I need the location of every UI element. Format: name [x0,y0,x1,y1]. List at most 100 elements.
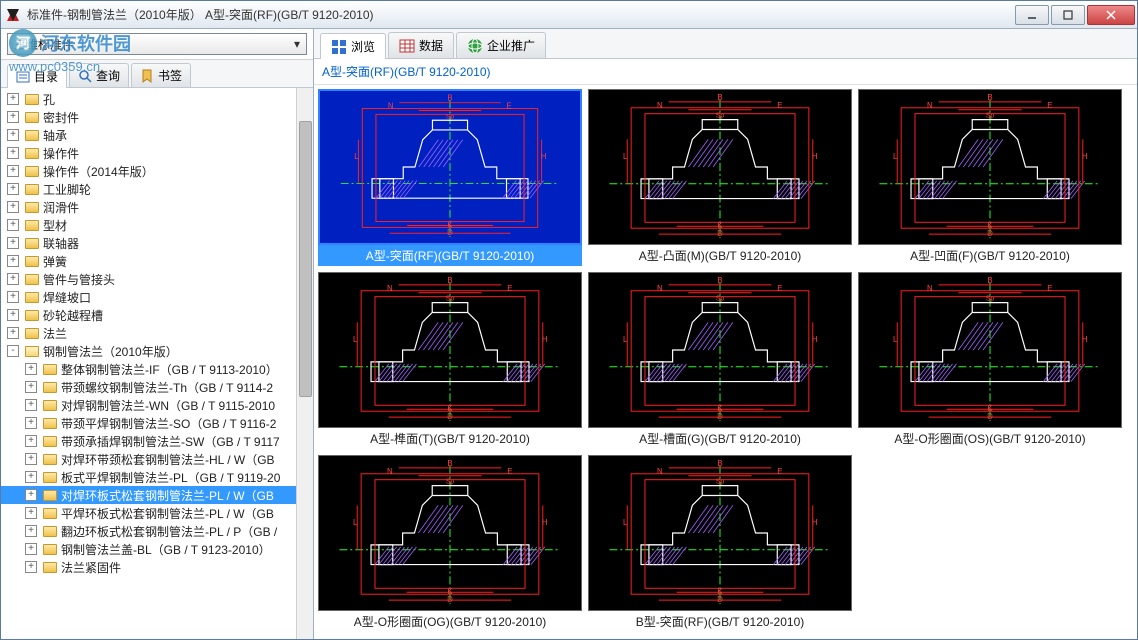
svg-text:E: E [777,467,782,476]
tree-toggle-icon[interactable]: + [25,435,37,447]
thumbnail-item[interactable]: B D L H Sp E N K A型-突面(RF)(GB/T 9120-201… [318,89,582,266]
main-tab-table[interactable]: 数据 [388,32,454,58]
main-tab-label: 数据 [419,37,443,54]
tree-row[interactable]: +密封件 [1,108,313,126]
tree-label: 工业脚轮 [43,181,91,198]
svg-text:Sp: Sp [446,296,455,303]
close-button[interactable] [1087,5,1135,25]
thumbnail-item[interactable]: B D L H Sp E N K A型-凸面(M)(GB/T 9120-2010… [588,89,852,266]
tree-toggle-icon[interactable]: + [7,273,19,285]
tree-toggle-icon[interactable]: + [7,219,19,231]
app-icon [5,7,21,23]
svg-text:Sp: Sp [716,113,725,120]
tree-toggle-icon[interactable]: + [7,93,19,105]
tree-toggle-icon[interactable]: + [25,381,37,393]
minimize-button[interactable] [1015,5,1049,25]
folder-icon [24,254,40,268]
tree-scrollbar[interactable] [296,88,313,639]
tree-row[interactable]: +操作件（2014年版） [1,162,313,180]
category-select[interactable]: 三维标准件 [7,33,307,55]
tree-toggle-icon[interactable]: + [25,525,37,537]
tree-row[interactable]: +对焊钢制管法兰-WN（GB / T 9115-2010 [1,396,313,414]
tree-toggle-icon[interactable]: + [25,471,37,483]
thumbnail-item[interactable]: B D L H Sp E N K A型-O形圈面(OS)(GB/T 9120-2… [858,272,1122,449]
thumbnail-item[interactable]: B D L H Sp E N K A型-槽面(G)(GB/T 9120-2010… [588,272,852,449]
tree-toggle-icon[interactable]: + [7,255,19,267]
tree-row[interactable]: +法兰紧固件 [1,558,313,576]
tree-toggle-icon[interactable]: + [25,561,37,573]
tree-toggle-icon[interactable]: + [7,237,19,249]
cad-drawing: B D L H Sp E N K [859,90,1121,244]
scrollbar-thumb[interactable] [299,121,312,397]
tree-toggle-icon[interactable]: + [25,543,37,555]
folder-icon [42,362,58,376]
tree-row[interactable]: +法兰 [1,324,313,342]
tree-row[interactable]: +孔 [1,90,313,108]
tree-row[interactable]: +润滑件 [1,198,313,216]
tree-row[interactable]: + 砂轮越程槽 [1,306,313,324]
tree-row[interactable]: +联轴器 [1,234,313,252]
main-tab-grid[interactable]: 浏览 [320,33,386,59]
tree-toggle-icon[interactable]: + [25,489,37,501]
svg-text:Sp: Sp [986,113,995,120]
sidebar-tab-search[interactable]: 查询 [69,63,129,87]
tree-row[interactable]: +带颈平焊钢制管法兰-SO（GB / T 9116-2 [1,414,313,432]
tree-toggle-icon[interactable]: + [25,399,37,411]
thumbnail-item[interactable]: B D L H Sp E N K A型-O形圈面(OG)(GB/T 9120-2… [318,455,582,632]
svg-text:H: H [542,518,548,527]
tree-row[interactable]: +带颈螺纹钢制管法兰-Th（GB / T 9114-2 [1,378,313,396]
tree-row[interactable]: +钢制管法兰盖-BL（GB / T 9123-2010） [1,540,313,558]
tree-row[interactable]: +对焊环板式松套钢制管法兰-PL / W（GB [1,486,313,504]
svg-text:N: N [657,284,663,293]
tree-row[interactable]: +操作件 [1,144,313,162]
tree-row[interactable]: +整体钢制管法兰-IF（GB / T 9113-2010） [1,360,313,378]
svg-text:L: L [893,335,898,344]
tree-toggle-icon[interactable]: + [7,201,19,213]
tree-row[interactable]: +型材 [1,216,313,234]
tree-toggle-icon[interactable]: + [7,291,19,303]
sidebar-tab-bookmark[interactable]: 书签 [131,63,191,87]
thumbnail-item[interactable]: B D L H Sp E N K A型-凹面(F)(GB/T 9120-2010… [858,89,1122,266]
folder-icon [42,506,58,520]
thumbnail-item[interactable]: B D L H Sp E N K B型-突面(RF)(GB/T 9120-201… [588,455,852,632]
tree-toggle-icon[interactable]: + [7,183,19,195]
tree-toggle-icon[interactable]: + [7,147,19,159]
svg-text:H: H [812,335,818,344]
tree-toggle-icon[interactable]: + [25,417,37,429]
tree-toggle-icon[interactable]: + [7,111,19,123]
tree[interactable]: +孔+密封件+轴承+操作件+操作件（2014年版）+工业脚轮+润滑件+型材+联轴… [1,88,313,639]
tree-row[interactable]: +带颈承插焊钢制管法兰-SW（GB / T 9117 [1,432,313,450]
tree-toggle-icon[interactable]: + [7,165,19,177]
tree-row[interactable]: -钢制管法兰（2010年版） [1,342,313,360]
tree-row[interactable]: + 轴承 [1,126,313,144]
tree-row[interactable]: +平焊环板式松套钢制管法兰-PL / W（GB [1,504,313,522]
svg-text:L: L [354,152,359,161]
tree-row[interactable]: + 弹簧 [1,252,313,270]
tree-label: 翻边环板式松套钢制管法兰-PL / P（GB / [61,523,277,540]
svg-text:B: B [447,276,452,285]
sidebar-tab-catalog[interactable]: 目录 [7,64,67,88]
tree-label: 轴承 [43,127,67,144]
tree-row[interactable]: +管件与管接头 [1,270,313,288]
svg-text:D: D [447,412,453,421]
tree-toggle-icon[interactable]: + [25,507,37,519]
svg-text:L: L [623,518,628,527]
tree-toggle-icon[interactable]: + [7,309,19,321]
tree-row[interactable]: +对焊环带颈松套钢制管法兰-HL / W（GB [1,450,313,468]
tree-row[interactable]: +板式平焊钢制管法兰-PL（GB / T 9119-20 [1,468,313,486]
tree-row[interactable]: + 翻边环板式松套钢制管法兰-PL / P（GB / [1,522,313,540]
tree-row[interactable]: +焊缝坡口 [1,288,313,306]
tree-toggle-icon[interactable]: + [7,327,19,339]
svg-text:H: H [541,152,547,161]
svg-text:D: D [447,595,453,604]
tree-toggle-icon[interactable]: - [7,345,19,357]
main-tab-globe[interactable]: 企业推广 [456,32,546,58]
tree-label: 弹簧 [43,253,67,270]
tree-toggle-icon[interactable]: + [25,453,37,465]
tree-toggle-icon[interactable]: + [25,363,37,375]
tree-toggle-icon[interactable]: + [7,129,19,141]
maximize-button[interactable] [1051,5,1085,25]
thumbnail-item[interactable]: B D L H Sp E N K A型-榫面(T)(GB/T 9120-2010… [318,272,582,449]
tree-label: 砂轮越程槽 [43,307,103,324]
tree-row[interactable]: + 工业脚轮 [1,180,313,198]
